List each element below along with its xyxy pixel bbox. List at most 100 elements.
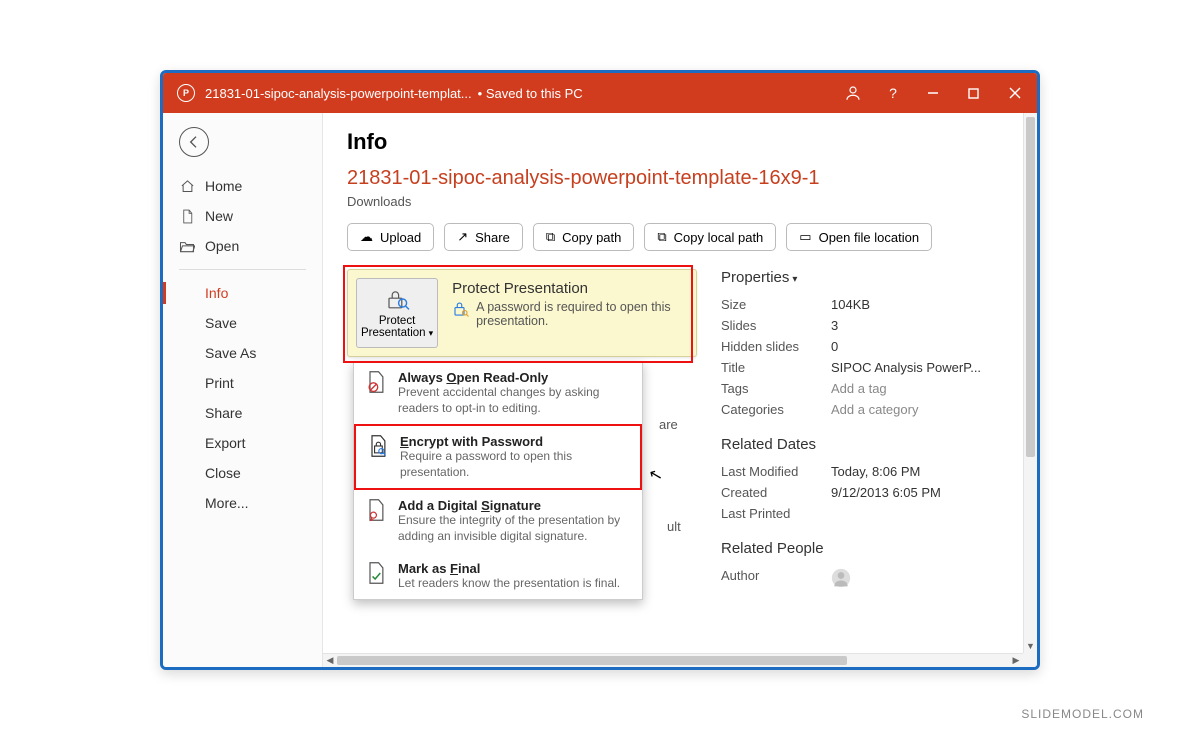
sidebar-item-home[interactable]: Home [163, 171, 322, 201]
copy-path-button[interactable]: ⧉Copy path [533, 223, 635, 251]
home-icon [179, 179, 195, 194]
minimize-button[interactable] [913, 73, 953, 113]
sidebar-label: Home [205, 178, 242, 194]
share-button[interactable]: ↗Share [444, 223, 523, 251]
sidebar-label: Info [205, 285, 228, 301]
sidebar-item-info[interactable]: Info [163, 278, 322, 308]
horizontal-scroll-thumb[interactable] [337, 656, 847, 665]
presentation-filename: 21831-01-sipoc-analysis-powerpoint-templ… [347, 167, 1013, 190]
menu-item-mark-final[interactable]: Mark as Final Let readers know the prese… [354, 553, 642, 600]
folder-icon: ▭ [799, 229, 811, 245]
protect-button-label: Protect Presentation▾ [361, 315, 433, 339]
menu-item-title: Mark as Final [398, 561, 620, 576]
prop-row-tags[interactable]: TagsAdd a tag [721, 378, 1013, 399]
sidebar-item-export[interactable]: Export [163, 428, 322, 458]
menu-item-title: Always Open Read-Only [398, 370, 632, 385]
prop-row-last-printed: Last Printed [721, 503, 1013, 524]
inspect-text-fragment: ult [667, 519, 681, 534]
app-icon: P [177, 84, 195, 102]
sidebar-divider [179, 269, 306, 270]
sidebar-label: Close [205, 465, 241, 481]
sidebar-item-new[interactable]: New [163, 201, 322, 231]
prop-row-author[interactable]: Author [721, 565, 1013, 591]
sidebar-label: Save As [205, 345, 256, 361]
vertical-scroll-thumb[interactable] [1026, 117, 1035, 457]
cursor-icon: ↖ [647, 464, 665, 487]
menu-item-desc: Prevent accidental changes by asking rea… [398, 385, 632, 416]
back-button[interactable] [179, 127, 209, 157]
sidebar-label: New [205, 208, 233, 224]
menu-item-read-only[interactable]: Always Open Read-Only Prevent accidental… [354, 362, 642, 424]
page-title: Info [347, 129, 1013, 155]
horizontal-scrollbar[interactable]: ◀ ▶ [323, 653, 1023, 667]
titlebar-filename: 21831-01-sipoc-analysis-powerpoint-templ… [205, 86, 472, 101]
sidebar-label: Open [205, 238, 239, 254]
read-only-icon [364, 370, 388, 416]
prop-row-hidden-slides: Hidden slides0 [721, 336, 1013, 357]
prop-row-categories[interactable]: CategoriesAdd a category [721, 399, 1013, 420]
prop-row-size: Size104KB [721, 294, 1013, 315]
scroll-down-arrow[interactable]: ▼ [1024, 639, 1037, 653]
upload-icon: ☁ [360, 229, 373, 245]
sidebar-item-print[interactable]: Print [163, 368, 322, 398]
watermark: SLIDEMODEL.COM [1021, 707, 1144, 721]
titlebar: P 21831-01-sipoc-analysis-powerpoint-tem… [163, 73, 1037, 113]
presentation-location: Downloads [347, 194, 1013, 209]
copy-local-path-button[interactable]: ⧉Copy local path [644, 223, 776, 251]
final-icon [364, 561, 388, 592]
inspect-text-fragment: are [659, 417, 678, 432]
menu-item-title: Encrypt with Password [400, 434, 630, 449]
sidebar-label: Save [205, 315, 237, 331]
scroll-left-arrow[interactable]: ◀ [323, 654, 337, 667]
sidebar-item-more[interactable]: More... [163, 488, 322, 518]
prop-row-created: Created9/12/2013 6:05 PM [721, 482, 1013, 503]
close-button[interactable] [993, 73, 1037, 113]
protect-column: Protect Presentation▾ Protect Presentati… [347, 269, 697, 591]
lock-key-icon [452, 300, 470, 328]
protect-presentation-menu: Always Open Read-Only Prevent accidental… [353, 361, 643, 600]
menu-item-encrypt[interactable]: Encrypt with Password Require a password… [354, 424, 642, 490]
scroll-corner [1023, 653, 1037, 667]
open-icon [179, 240, 195, 253]
file-action-row: ☁Upload ↗Share ⧉Copy path ⧉Copy local pa… [347, 223, 1013, 251]
related-dates-heading: Related Dates [721, 436, 1013, 453]
powerpoint-backstage-window: P 21831-01-sipoc-analysis-powerpoint-tem… [160, 70, 1040, 670]
open-file-location-button[interactable]: ▭Open file location [786, 223, 932, 251]
properties-column: Properties▾ Size104KB Slides3 Hidden sli… [721, 269, 1013, 591]
help-icon[interactable]: ? [873, 73, 913, 113]
vertical-scrollbar[interactable]: ▲ ▼ [1023, 113, 1037, 653]
share-icon: ↗ [457, 229, 468, 245]
encrypt-icon [366, 434, 390, 480]
sidebar-item-open[interactable]: Open [163, 231, 322, 261]
new-icon [179, 209, 195, 224]
scroll-right-arrow[interactable]: ▶ [1009, 654, 1023, 667]
sidebar-item-save[interactable]: Save [163, 308, 322, 338]
sidebar-item-share[interactable]: Share [163, 398, 322, 428]
sidebar-item-save-as[interactable]: Save As [163, 338, 322, 368]
account-icon[interactable] [833, 73, 873, 113]
lock-search-icon [384, 287, 410, 311]
sidebar-item-close[interactable]: Close [163, 458, 322, 488]
prop-row-title[interactable]: TitleSIPOC Analysis PowerP... [721, 357, 1013, 378]
sidebar-label: Share [205, 405, 242, 421]
properties-heading[interactable]: Properties▾ [721, 269, 1013, 286]
sidebar-label: Export [205, 435, 245, 451]
upload-button[interactable]: ☁Upload [347, 223, 434, 251]
signature-icon [364, 498, 388, 544]
protect-card-title: Protect Presentation [452, 280, 684, 297]
protect-presentation-button[interactable]: Protect Presentation▾ [356, 278, 438, 348]
menu-item-desc: Ensure the integrity of the presentation… [398, 513, 632, 544]
menu-item-title: Add a Digital Signature [398, 498, 632, 513]
link-icon: ⧉ [657, 229, 666, 245]
link-icon: ⧉ [546, 229, 555, 245]
sidebar-label: More... [205, 495, 249, 511]
author-avatar [831, 568, 851, 588]
menu-item-signature[interactable]: Add a Digital Signature Ensure the integ… [354, 490, 642, 552]
protect-card-desc: A password is required to open this pres… [452, 300, 684, 328]
related-people-heading: Related People [721, 540, 1013, 557]
backstage-sidebar: Home New Open Info Save Save As Print Sh… [163, 113, 323, 667]
maximize-button[interactable] [953, 73, 993, 113]
info-panel: Info 21831-01-sipoc-analysis-powerpoint-… [323, 113, 1037, 667]
titlebar-save-status: • Saved to this PC [478, 86, 583, 101]
protect-presentation-card: Protect Presentation▾ Protect Presentati… [347, 269, 697, 357]
